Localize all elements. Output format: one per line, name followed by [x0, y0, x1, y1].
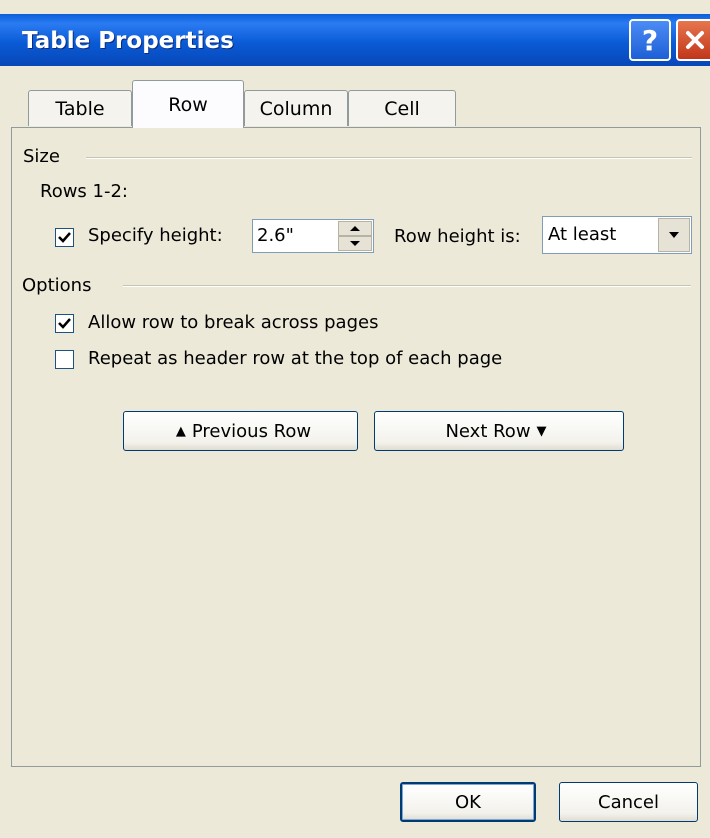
tab-cell-label: Cell: [384, 97, 420, 120]
ok-label: OK: [455, 791, 481, 813]
specify-height-checkbox[interactable]: [55, 228, 74, 247]
tab-table[interactable]: Table: [28, 90, 132, 126]
tab-column[interactable]: Column: [244, 90, 348, 126]
row-height-is-select[interactable]: At least: [542, 216, 692, 254]
repeat-header-label[interactable]: Repeat as header row at the top of each …: [88, 348, 502, 369]
row-height-is-label: Row height is:: [394, 226, 521, 247]
checkmark-icon: [58, 232, 71, 243]
height-spin-input[interactable]: 2.6": [252, 219, 374, 253]
chevron-down-icon: [669, 232, 679, 238]
specify-height-label[interactable]: Specify height:: [88, 225, 223, 246]
close-button[interactable]: [676, 19, 710, 61]
checkmark-icon: [58, 318, 71, 329]
height-value: 2.6": [257, 225, 294, 246]
tab-row-label: Row: [168, 93, 208, 116]
allow-break-label[interactable]: Allow row to break across pages: [88, 312, 378, 333]
tab-table-label: Table: [55, 97, 105, 120]
next-row-button[interactable]: Next Row ▼: [374, 411, 624, 451]
window-title: Table Properties: [22, 28, 234, 54]
tab-column-label: Column: [259, 97, 333, 120]
repeat-header-checkbox[interactable]: [55, 350, 74, 369]
ok-button[interactable]: OK: [400, 782, 536, 822]
table-properties-dialog: Table Properties ? Table Row Column Cell…: [0, 0, 710, 838]
cancel-label: Cancel: [598, 791, 659, 813]
arrow-up-icon: [350, 226, 360, 231]
options-group-divider: [123, 285, 691, 287]
size-group-divider: [86, 157, 692, 159]
help-button[interactable]: ?: [629, 19, 671, 61]
options-group-label: Options: [22, 275, 92, 296]
dropdown-button[interactable]: [658, 218, 690, 252]
size-group-label: Size: [23, 146, 60, 167]
previous-row-label: Previous Row: [191, 420, 312, 442]
row-height-is-value: At least: [548, 224, 617, 245]
allow-break-checkbox[interactable]: [55, 314, 74, 333]
rows-label: Rows 1-2:: [40, 181, 128, 202]
height-spinner: [338, 221, 372, 251]
arrow-up-icon: ▲: [175, 423, 186, 439]
arrow-down-icon: ▼: [536, 423, 547, 439]
tab-cell[interactable]: Cell: [348, 90, 456, 126]
close-icon: [686, 31, 704, 49]
next-row-label: Next Row: [445, 420, 531, 442]
help-icon: ?: [641, 23, 659, 57]
arrow-down-icon: [350, 241, 360, 246]
previous-row-button[interactable]: ▲ Previous Row: [123, 411, 358, 451]
tab-row[interactable]: Row: [132, 80, 244, 128]
spin-down-button[interactable]: [338, 236, 372, 251]
title-bar[interactable]: Table Properties ?: [0, 14, 710, 66]
spin-up-button[interactable]: [338, 221, 372, 236]
cancel-button[interactable]: Cancel: [559, 782, 698, 822]
